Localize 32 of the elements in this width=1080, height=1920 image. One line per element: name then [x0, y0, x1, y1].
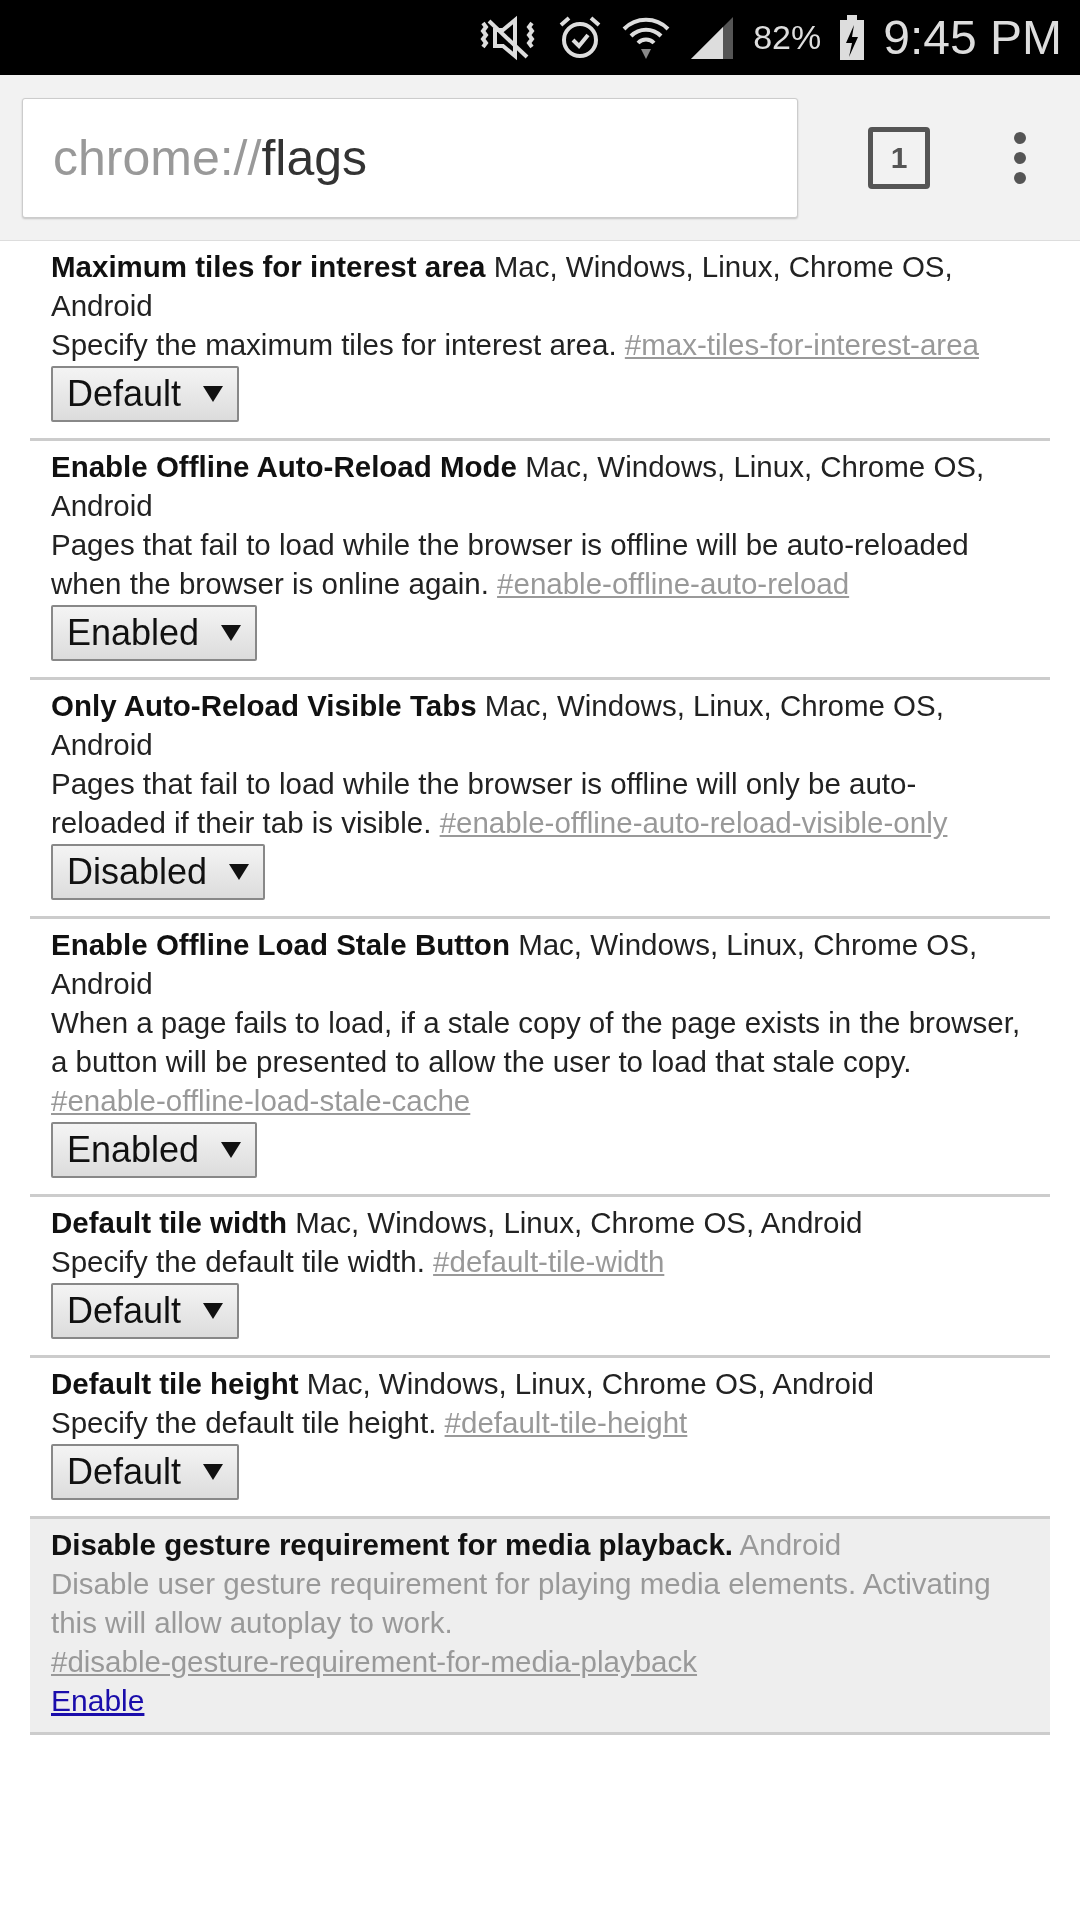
- caret-icon: [203, 1303, 224, 1319]
- dropdown[interactable]: Enabled: [51, 1122, 258, 1178]
- flag-heading: Disable gesture requirement for media playback. Android: [51, 1527, 843, 1563]
- dropdown[interactable]: Enabled: [51, 605, 258, 661]
- clock-time: 9:45 PM: [883, 10, 1062, 65]
- caret-icon: [203, 386, 224, 402]
- flag-heading: Default tile width Mac, Windows, Linux, Chrome OS, Android: [51, 1205, 864, 1241]
- dropdown[interactable]: Disabled: [51, 844, 266, 900]
- flag-description: Specify the maximum tiles for interest area. #max-tiles-for-interest-area: [51, 327, 980, 363]
- caret-icon: [203, 1464, 224, 1480]
- flag-heading: Enable Offline Auto-Reload Mode Mac, Windows, Linux, Chrome OS, Android: [51, 449, 986, 524]
- dropdown[interactable]: Default: [51, 1444, 240, 1500]
- dropdown[interactable]: Default: [51, 1283, 240, 1339]
- flag-description: Specify the default tile width. #default-tile-width: [51, 1244, 666, 1280]
- flag-description: Pages that fail to load while the browser is offline will only be auto-reloaded if their tab is visible. #enable-offline-auto-reload-visible-only: [51, 766, 949, 841]
- address-bar[interactable]: chrome://flags: [22, 97, 798, 218]
- tab-switcher-button[interactable]: 1: [868, 126, 930, 189]
- caret-icon: [221, 625, 242, 641]
- battery-percent: 82%: [753, 18, 822, 57]
- battery-charging-icon: [839, 14, 866, 61]
- flag-heading: Maximum tiles for interest area Mac, Windows, Linux, Chrome OS, Android: [51, 249, 954, 324]
- caret-icon: [221, 1142, 242, 1158]
- flag-description: Specify the default tile height. #default-tile-height: [51, 1405, 689, 1441]
- flag-heading: Enable Offline Load Stale Button Mac, Windows, Linux, Chrome OS, Android: [51, 927, 979, 1002]
- caret-icon: [229, 864, 250, 880]
- flag-heading: Only Auto-Reload Visible Tabs Mac, Windows, Linux, Chrome OS, Android: [51, 688, 945, 763]
- dropdown[interactable]: Default: [51, 366, 240, 422]
- flag-heading: Default tile height Mac, Windows, Linux, Chrome OS, Android: [51, 1366, 875, 1402]
- flag-description: When a page fails to load, if a stale copy of the page exists in the browser, a button will be presented to allow the user to load that stale copy. #enable-offline-load-stale-cache: [51, 1005, 1022, 1119]
- enable-link[interactable]: Enable: [51, 1684, 145, 1717]
- flag-description: Disable user gesture requirement for playing media elements. Activating this will allow autoplay to work. #disable-gesture-requirement-for-media-playback: [51, 1566, 992, 1680]
- flag-description: Pages that fail to load while the browser is offline will be auto-reloaded when the browser is online again. #enable-offline-auto-reload: [51, 527, 970, 602]
